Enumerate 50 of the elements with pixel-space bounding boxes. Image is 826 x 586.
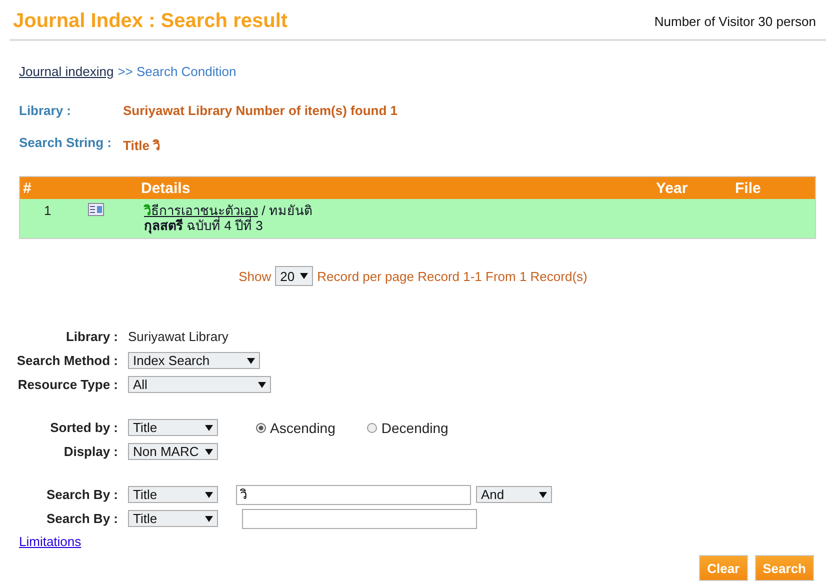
search-method-select[interactable]: Index Search xyxy=(128,352,260,369)
breadcrumb-link[interactable]: Journal indexing xyxy=(19,64,114,79)
column-header: Year xyxy=(656,180,689,196)
dropdown-arrow-icon xyxy=(205,492,213,498)
record-title-link[interactable]: วิธีการเอาชนะตัวเอง xyxy=(144,203,258,218)
sort-select[interactable]: Title xyxy=(128,419,218,436)
dropdown-arrow-icon xyxy=(247,358,255,364)
field-label: Sorted by : xyxy=(49,420,119,435)
record-author: / ทมยันติ xyxy=(262,203,312,218)
search-field-select[interactable]: Title xyxy=(128,510,218,527)
summary-value: Title วิ xyxy=(123,137,160,155)
limitations-link[interactable]: Limitations xyxy=(19,534,82,549)
row-number: 1 xyxy=(43,203,52,218)
page-title: Journal Index : Search result xyxy=(13,10,288,33)
field-label: Resource Type : xyxy=(16,377,119,392)
record-source: กุลสตรี ฉบับที่ 4 ปีที่ 3 xyxy=(144,218,264,233)
summary-label: Library : xyxy=(19,103,72,118)
record-icon xyxy=(88,203,104,216)
search-field-select[interactable]: Title xyxy=(128,486,218,503)
display-select[interactable]: Non MARC xyxy=(128,443,218,460)
dropdown-arrow-icon xyxy=(205,516,213,522)
summary-label: Search String : xyxy=(19,135,112,152)
field-label: Search Method : xyxy=(16,353,119,368)
search-input[interactable]: วิ xyxy=(236,484,471,504)
dropdown-arrow-icon xyxy=(205,424,213,430)
dropdown-arrow-icon xyxy=(300,273,308,279)
radio-label: Decending xyxy=(381,420,448,436)
field-label: Search By : xyxy=(45,487,119,502)
radio-button[interactable] xyxy=(367,422,378,432)
dropdown-arrow-icon xyxy=(205,448,213,454)
operator-select[interactable]: And xyxy=(476,486,552,503)
resource-type-select[interactable]: All xyxy=(128,376,271,393)
field-label: Display : xyxy=(62,444,119,459)
breadcrumb-current: >> Search Condition xyxy=(118,64,236,79)
radio-label: Ascending xyxy=(270,420,336,436)
field-label: Search By : xyxy=(45,511,119,526)
search-input[interactable] xyxy=(242,508,477,528)
radio-button[interactable] xyxy=(256,422,266,432)
paging-info: Record per page Record 1-1 From 1 Record(s) xyxy=(317,268,588,284)
summary-value: Suriyawat Library Number of item(s) found 1 xyxy=(123,103,398,118)
dropdown-arrow-icon xyxy=(539,492,547,498)
column-header: File xyxy=(735,180,762,196)
column-header: Details xyxy=(141,180,192,196)
field-label: Library : xyxy=(64,329,119,344)
column-header: # xyxy=(22,180,32,196)
paging-label: Show xyxy=(238,268,272,284)
visitor-count: Number of Visitor 30 person xyxy=(654,14,816,29)
library-value: Suriyawat Library xyxy=(128,329,228,344)
dropdown-arrow-icon xyxy=(258,382,266,388)
per-page-select[interactable]: 20 xyxy=(275,266,314,286)
